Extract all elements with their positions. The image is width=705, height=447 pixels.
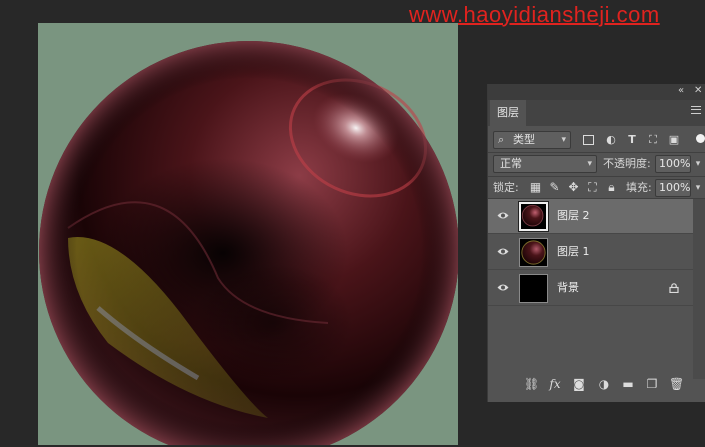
search-icon: ⌕ <box>498 133 505 146</box>
filter-kind-label: 类型 <box>513 133 535 146</box>
panel-tabstrip: 图层 <box>488 100 705 126</box>
layer-row-background[interactable]: 背景 <box>488 271 693 306</box>
sphere-artwork <box>39 41 458 445</box>
opacity-input[interactable]: 100% <box>655 155 691 173</box>
adjustment-filter-icon[interactable]: ◐ <box>604 133 618 147</box>
opacity-slider-toggle[interactable]: ▾ <box>692 155 704 173</box>
lock-brush-icon[interactable]: ✎ <box>548 181 561 194</box>
lock-move-icon[interactable]: ✥ <box>567 181 580 194</box>
smart-object-filter-icon[interactable]: ▣ <box>667 133 681 147</box>
layer-name: 图层 2 <box>557 209 590 222</box>
chevron-down-icon: ▾ <box>561 135 566 145</box>
layers-scrollbar[interactable] <box>693 199 705 379</box>
chevron-down-icon: ▾ <box>587 159 592 169</box>
layer-name: 背景 <box>557 281 579 294</box>
document-canvas[interactable] <box>38 23 458 445</box>
layer-row-2[interactable]: 图层 2 <box>488 199 693 234</box>
layer-thumbnail <box>519 274 548 303</box>
delete-icon[interactable]: 🗑︎ <box>669 377 684 391</box>
lock-transparent-icon[interactable]: ▦ <box>529 181 542 194</box>
eye-icon[interactable] <box>497 247 509 256</box>
collapse-panel-button[interactable]: « <box>678 85 684 97</box>
fill-slider-toggle[interactable]: ▾ <box>692 179 704 197</box>
layers-list: 图层 2 图层 1 背景 <box>488 199 693 379</box>
tab-layers[interactable]: 图层 <box>490 100 526 126</box>
fill-input[interactable]: 100% <box>655 179 691 197</box>
layer-filter-select[interactable]: ⌕ 类型 ▾ <box>493 131 571 149</box>
divider <box>488 176 705 177</box>
lock-icon <box>669 283 679 293</box>
fill-label: 填充: <box>626 181 652 194</box>
layer-thumbnail <box>519 238 548 267</box>
lock-artboard-icon[interactable]: ⛶ <box>586 181 599 194</box>
lock-all-icon[interactable]: 🔒︎ <box>605 181 618 194</box>
panel-menu-icon[interactable] <box>691 106 701 114</box>
adjustment-layer-icon[interactable]: ◑ <box>597 377 611 391</box>
type-filter-icon[interactable]: T <box>625 133 639 147</box>
image-filter-icon[interactable] <box>583 135 594 145</box>
opacity-label: 不透明度: <box>603 157 651 170</box>
layer-name: 图层 1 <box>557 245 590 258</box>
close-panel-button[interactable]: ✕ <box>694 85 702 97</box>
filter-toggle[interactable] <box>696 134 705 143</box>
eye-icon[interactable] <box>497 283 509 292</box>
lock-label: 锁定: <box>493 181 519 194</box>
layers-panel: « ✕ 图层 ⌕ 类型 ▾ ◐ T ⛶ ▣ 正常 ▾ 不透明度: 100% ▾ … <box>487 84 705 402</box>
blend-mode-select[interactable]: 正常 ▾ <box>493 155 597 173</box>
new-layer-icon[interactable]: ❐ <box>645 377 659 391</box>
eye-icon[interactable] <box>497 211 509 220</box>
add-mask-icon[interactable]: ◙ <box>572 377 586 391</box>
panel-title-bar: « ✕ <box>488 84 705 100</box>
blend-mode-value: 正常 <box>500 157 522 170</box>
panel-footer: ⛓ fx ◙ ◑ ▬ ❐ 🗑︎ <box>488 370 705 398</box>
divider <box>488 152 705 153</box>
shape-filter-icon[interactable]: ⛶ <box>646 133 660 147</box>
fx-icon[interactable]: fx <box>548 377 562 391</box>
layer-thumbnail <box>518 201 549 232</box>
link-layers-icon[interactable]: ⛓ <box>524 377 539 391</box>
layer-row-1[interactable]: 图层 1 <box>488 235 693 270</box>
new-group-icon[interactable]: ▬ <box>621 377 635 391</box>
